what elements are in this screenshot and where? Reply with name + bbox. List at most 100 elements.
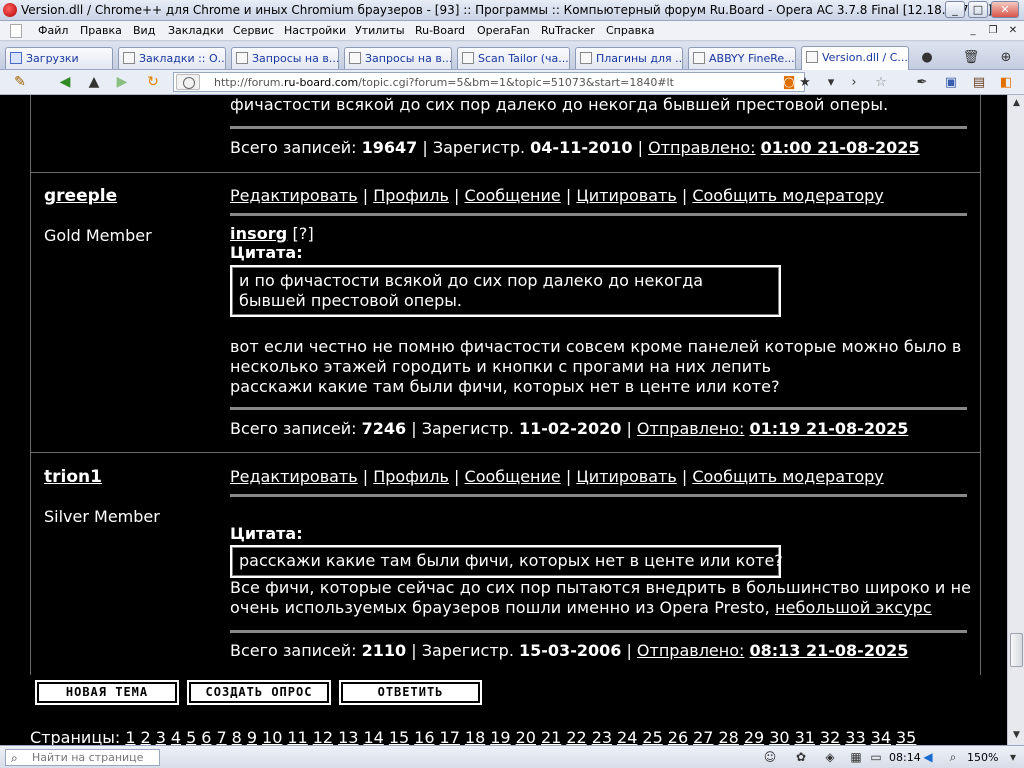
scroll-thumb[interactable] (1010, 633, 1023, 667)
tab-plugins[interactable]: Плагины для ... (575, 47, 683, 69)
sent-link[interactable]: Отправлено: (648, 138, 755, 157)
quote-link[interactable]: Цитировать (576, 467, 676, 486)
search-icon: ⌕ (11, 751, 18, 765)
avatar-icon[interactable]: ☺ (762, 750, 778, 765)
menu-view[interactable]: Вид (133, 24, 155, 37)
edit-link[interactable]: Редактировать (230, 186, 358, 205)
chevron-right-icon[interactable]: › (845, 74, 863, 91)
back-button[interactable]: ◀ (55, 73, 75, 91)
tab-abbyy[interactable]: ABBYY FineRe... (688, 47, 796, 69)
page-icon (580, 52, 592, 64)
profile-link[interactable]: Профиль (373, 186, 449, 205)
tab-bookmarks[interactable]: Закладки :: О... (118, 47, 226, 69)
menu-tools[interactable]: Сервис (233, 24, 274, 37)
panel-icon[interactable]: ◧ (997, 74, 1015, 91)
url-text: http://forum.ru-board.com/topic.cgi?foru… (214, 76, 674, 89)
edit-link[interactable]: Редактировать (230, 467, 358, 486)
permalink[interactable]: 01:00 21-08-2025 (761, 138, 920, 157)
tab-downloads[interactable]: Загрузки (5, 47, 113, 69)
tab-requests-2[interactable]: Запросы на в... (344, 47, 452, 69)
image-icon[interactable]: ▤ (970, 74, 988, 91)
report-link[interactable]: Сообщить модератору (692, 467, 883, 486)
menu-operafan[interactable]: OperaFan (477, 24, 530, 37)
window-title: Version.dll / Chrome++ для Chrome и иных… (21, 3, 993, 17)
author-name[interactable]: greeple (44, 186, 117, 206)
restore-button[interactable]: □ (968, 1, 988, 18)
save-icon[interactable]: ▣ (942, 74, 960, 91)
tab-label: ABBYY FineRe... (709, 52, 795, 65)
menu-ruboard[interactable]: Ru-Board (415, 24, 465, 37)
find-on-page-input[interactable]: ⌕ Найти на странице (5, 749, 160, 766)
menu-settings[interactable]: Настройки (284, 24, 346, 37)
star-icon[interactable]: ☆ (872, 74, 890, 91)
site-info-icon[interactable] (176, 74, 200, 90)
page-icon (693, 52, 705, 64)
tab-label: Плагины для ... (596, 52, 683, 65)
zoom-icon[interactable]: ⌕ (945, 750, 961, 765)
post-body: вот если честно не помню фичастости совс… (230, 337, 962, 396)
menu-rutracker[interactable]: RuTracker (541, 24, 595, 37)
turbo-icon[interactable]: ● (918, 50, 936, 66)
menu-edit[interactable]: Правка (80, 24, 122, 37)
speaker-icon[interactable]: ◀ (920, 750, 936, 765)
reply-button[interactable]: ОТВЕТИТЬ (339, 680, 482, 705)
quote-link[interactable]: Цитировать (576, 186, 676, 205)
menu-file[interactable]: Файл (38, 24, 68, 37)
images-icon[interactable]: ▦ (848, 750, 864, 765)
opera-logo-icon (3, 3, 17, 17)
up-button[interactable]: ▲ (84, 73, 104, 91)
sent-link[interactable]: Отправлено: (637, 641, 744, 660)
tab-label: Version.dll / C... (822, 51, 908, 64)
scroll-up-icon[interactable]: ▲ (1011, 98, 1022, 110)
mention: insorg [?] (230, 224, 314, 243)
page-content: фичастости всякой до сих пор далеко до н… (0, 95, 1007, 745)
excursion-link[interactable]: небольшой эксурс (775, 598, 932, 617)
tab-restore-button[interactable]: ❐ (986, 24, 1000, 38)
reload-button[interactable]: ↻ (143, 73, 163, 91)
permalink[interactable]: 08:13 21-08-2025 (750, 641, 909, 660)
address-field[interactable]: http://forum.ru-board.com/topic.cgi?foru… (173, 72, 811, 92)
post-actions: Редактировать | Профиль | Сообщение | Ци… (230, 186, 884, 205)
permalink[interactable]: 01:19 21-08-2025 (750, 419, 909, 438)
menu-help[interactable]: Справка (606, 24, 654, 37)
network-icon[interactable]: ◈ (822, 750, 838, 765)
profile-link[interactable]: Профиль (373, 467, 449, 486)
page-icon (123, 52, 135, 64)
page-icon (806, 51, 818, 63)
zoom-level[interactable]: 150% (967, 751, 998, 764)
message-link[interactable]: Сообщение (465, 186, 561, 205)
menu-utilities[interactable]: Утилиты (355, 24, 405, 37)
message-link[interactable]: Сообщение (465, 467, 561, 486)
tab-scan-tailor[interactable]: Scan Tailor (ча... (457, 47, 570, 69)
sent-link[interactable]: Отправлено: (637, 419, 744, 438)
author-name[interactable]: trion1 (44, 467, 102, 487)
download-icon (10, 52, 22, 64)
bookmark-star-icon[interactable]: ★ (796, 74, 814, 91)
close-button[interactable]: ✕ (991, 1, 1019, 18)
pencil-icon[interactable]: ✎ (10, 73, 30, 91)
tab-close-button[interactable]: ✕ (1006, 24, 1020, 38)
report-link[interactable]: Сообщить модератору (692, 186, 883, 205)
menu-bookmarks[interactable]: Закладки (168, 24, 224, 37)
minimize-button[interactable]: _ (945, 1, 965, 18)
zoom-dropdown-icon[interactable]: ▾ (1005, 750, 1021, 765)
tab-label: Scan Tailor (ча... (478, 52, 569, 65)
vertical-scrollbar[interactable]: ▲ ▼ (1007, 95, 1024, 745)
tab-requests-1[interactable]: Запросы на в... (231, 47, 339, 69)
tab-minimize-button[interactable]: _ (966, 24, 980, 38)
forward-button[interactable]: ▶ (112, 73, 132, 91)
quote-label: Цитата: (230, 524, 303, 543)
tab-version-dll[interactable]: Version.dll / C... (801, 46, 909, 70)
scroll-down-icon[interactable]: ▼ (1011, 730, 1022, 742)
post-actions: Редактировать | Профиль | Сообщение | Ци… (230, 467, 884, 486)
tab-panel-icon[interactable]: ⊕ (997, 50, 1015, 66)
trash-icon[interactable]: 🗑 (962, 50, 980, 66)
mention-link[interactable]: insorg (230, 224, 287, 243)
unite-icon[interactable]: ✿ (793, 750, 809, 765)
minimize-icon[interactable]: ▭ (868, 750, 884, 765)
create-poll-button[interactable]: СОЗДАТЬ ОПРОС (187, 680, 331, 705)
new-topic-button[interactable]: НОВАЯ ТЕМА (35, 680, 179, 705)
dropdown-icon[interactable]: ▾ (822, 74, 840, 91)
tab-label: Запросы на в... (365, 52, 452, 65)
wrench-icon[interactable]: ✒ (913, 74, 931, 91)
